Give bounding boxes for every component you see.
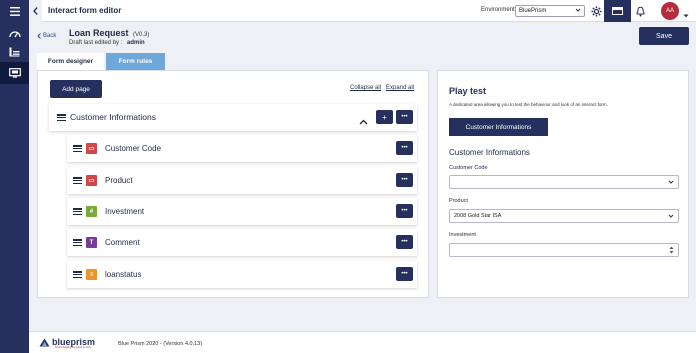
form-title-text: Loan Request xyxy=(69,28,129,38)
drag-handle-icon[interactable] xyxy=(73,145,82,152)
form-version: (V0.3) xyxy=(133,32,150,38)
reports-icon[interactable] xyxy=(0,41,29,63)
text-area-icon: T xyxy=(86,237,97,248)
layout-icon xyxy=(612,7,623,15)
environment-value: BluePrism xyxy=(519,8,547,14)
product-select[interactable]: 2008 Gold Star ISA xyxy=(449,209,679,223)
play-test-title: Play test xyxy=(449,86,487,96)
chevron-down-icon xyxy=(668,179,674,187)
chevron-down-icon[interactable] xyxy=(683,6,689,24)
drag-handle-icon[interactable] xyxy=(73,271,82,278)
expand-all-link[interactable]: Expand all xyxy=(386,85,414,91)
list-field-icon: ≡ xyxy=(86,269,97,280)
page-title: Loan Request (V0.3) xyxy=(69,28,149,38)
drag-handle-icon[interactable] xyxy=(57,114,66,121)
dropdown-field-icon: ▭ xyxy=(86,175,97,186)
app-title: Interact form editor xyxy=(48,6,122,15)
left-nav-rail xyxy=(0,0,29,353)
investment-label: Investment xyxy=(449,232,476,238)
logo-tagline: Supercharging the world of work xyxy=(55,346,91,349)
chevron-up-icon[interactable] xyxy=(359,112,368,130)
field-more-button[interactable]: ••• xyxy=(396,235,413,249)
back-label: Back xyxy=(43,33,57,39)
field-more-button[interactable]: ••• xyxy=(396,173,413,187)
layout-toggle-button[interactable] xyxy=(604,0,631,22)
list-item[interactable]: # Investment ••• xyxy=(67,198,417,225)
list-item[interactable]: T Comment ••• xyxy=(67,229,417,256)
list-item[interactable]: ≡ loanstatus ••• xyxy=(67,261,417,288)
draft-user: admin xyxy=(127,40,145,46)
bell-icon[interactable] xyxy=(633,3,647,19)
version-text: Blue Prism 2020 - (Version 4.0.13) xyxy=(118,341,203,347)
customer-code-select[interactable] xyxy=(449,175,679,189)
list-item[interactable]: ▭ Product ••• xyxy=(67,167,417,194)
investment-input[interactable] xyxy=(449,243,679,257)
product-label: Product xyxy=(449,198,468,204)
drag-handle-icon[interactable] xyxy=(73,208,82,215)
field-more-button[interactable]: ••• xyxy=(396,267,413,281)
product-value: 2008 Gold Star ISA xyxy=(454,213,502,219)
tab-form-designer[interactable]: Form designer xyxy=(37,53,104,70)
environment-select[interactable]: BluePrism xyxy=(515,5,585,17)
field-label: Customer Code xyxy=(105,144,162,153)
drag-handle-icon[interactable] xyxy=(73,177,82,184)
add-field-button[interactable]: + xyxy=(376,110,393,124)
collapse-nav-icon[interactable] xyxy=(29,0,42,22)
play-test-section-heading: Customer Informations xyxy=(449,148,530,157)
environment-label: Environment: xyxy=(481,7,517,13)
tab-form-rules[interactable]: Form rules xyxy=(106,53,165,70)
field-label: Product xyxy=(105,176,133,185)
field-more-button[interactable]: ••• xyxy=(396,204,413,218)
chevron-left-icon xyxy=(37,33,41,39)
draft-prefix: Draft last edited by : xyxy=(69,40,123,46)
back-link[interactable]: Back xyxy=(37,33,56,39)
number-field-icon: # xyxy=(86,206,97,217)
form-editor-icon[interactable] xyxy=(0,62,29,84)
avatar[interactable]: AA xyxy=(661,2,679,20)
number-spinner-icon[interactable] xyxy=(669,245,674,257)
play-test-description: A dedicated area allowing you to test th… xyxy=(449,102,608,107)
customer-code-label: Customer Code xyxy=(449,165,488,171)
drag-handle-icon[interactable] xyxy=(73,239,82,246)
text-field-icon: ▭ xyxy=(86,143,97,154)
field-label: Investment xyxy=(105,207,145,216)
section-title: Customer Informations xyxy=(70,112,156,122)
section-nav-button[interactable]: Customer Informations xyxy=(449,118,548,136)
play-test-panel: Play test A dedicated area allowing you … xyxy=(437,70,689,298)
chevron-down-icon xyxy=(668,213,674,221)
gear-icon[interactable] xyxy=(589,3,603,19)
top-bar: Interact form editor Environment: BluePr… xyxy=(29,0,696,22)
collapse-all-link[interactable]: Collapse all xyxy=(350,85,381,91)
section-more-button[interactable]: ••• xyxy=(396,110,413,124)
add-page-button[interactable]: Add page xyxy=(50,80,102,98)
footer: blueprism Supercharging the world of wor… xyxy=(29,331,696,353)
field-label: loanstatus xyxy=(105,270,142,279)
list-item[interactable]: ▭ Customer Code ••• xyxy=(67,135,417,162)
field-more-button[interactable]: ••• xyxy=(396,141,413,155)
draft-status: Draft last edited by : admin xyxy=(69,40,145,46)
chevron-down-icon xyxy=(575,7,581,15)
field-label: Comment xyxy=(105,238,140,247)
form-designer-panel: Add page Collapse all Expand all Custome… xyxy=(37,70,429,298)
logo-mark-icon xyxy=(39,338,50,346)
save-button[interactable]: Save xyxy=(639,27,689,45)
section-row[interactable]: Customer Informations + ••• xyxy=(49,104,417,131)
menu-icon[interactable] xyxy=(0,0,29,22)
